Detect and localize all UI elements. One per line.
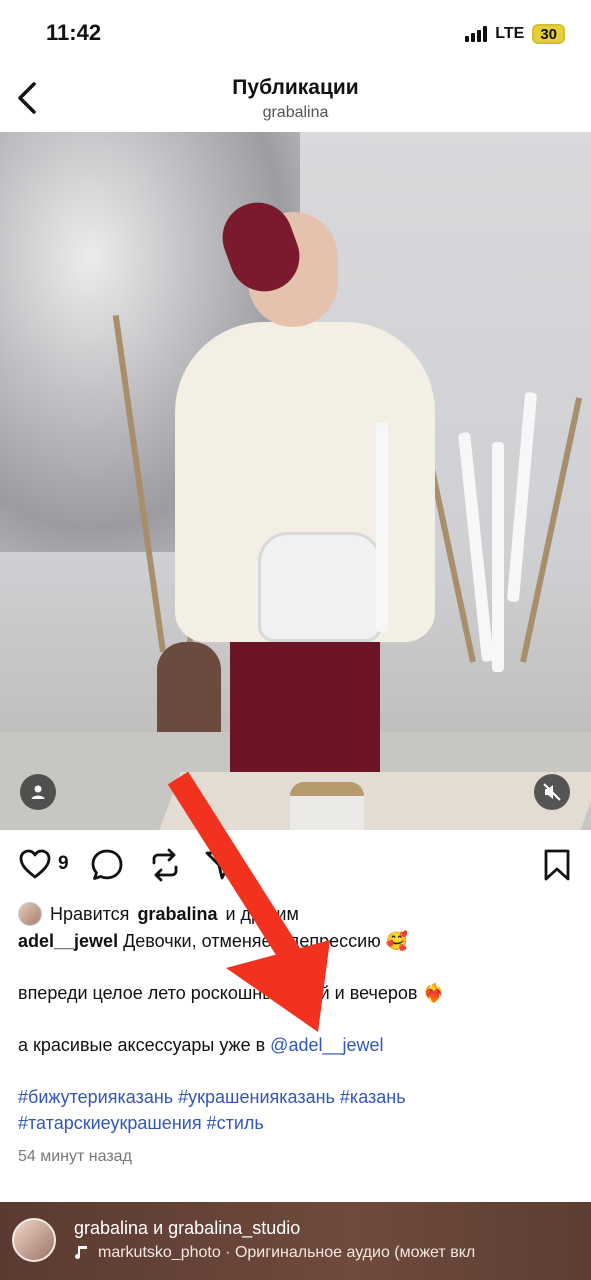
signal-icon	[465, 26, 488, 42]
glass-jar	[290, 782, 364, 830]
page-subtitle: grabalina	[262, 104, 329, 121]
table	[159, 772, 591, 830]
save-button[interactable]	[542, 848, 572, 887]
hashtags-line-2[interactable]: #татарскиеукрашения #стиль	[18, 1110, 578, 1136]
likes-summary[interactable]: Нравится grabalina и другим	[18, 900, 578, 928]
battery-icon: 30	[532, 24, 565, 44]
mute-button[interactable]	[534, 774, 570, 810]
mention-link[interactable]: @adel__jewel	[270, 1035, 383, 1055]
status-time: 11:42	[46, 20, 102, 45]
avatar[interactable]	[12, 1218, 56, 1262]
status-bar: 11:42 LTE 30	[0, 0, 591, 64]
send-icon	[205, 851, 237, 880]
caption-text-2: впереди целое лето роскошных дней и вече…	[18, 983, 445, 1003]
audio-track-name: markutsko_photo · Оригинальное аудио (мо…	[98, 1244, 476, 1261]
caption-line-3: а красивые аксессуары уже в @adel__jewel	[18, 1032, 578, 1058]
caption-line-1: adel__jewel Девочки, отменяем депрессию …	[18, 928, 578, 954]
repost-button[interactable]	[148, 848, 182, 887]
avatar	[18, 902, 42, 926]
audio-conjunction: и	[153, 1218, 164, 1238]
like-count[interactable]: 9	[58, 853, 69, 875]
caption-text-3: а красивые аксессуары уже в	[18, 1035, 266, 1055]
post-media[interactable]	[0, 132, 591, 830]
like-button[interactable]	[18, 848, 52, 885]
heart-icon	[19, 849, 51, 879]
audio-authors[interactable]: grabalina и grabalina_studio	[74, 1218, 300, 1239]
speaker-muted-icon	[543, 783, 561, 801]
status-indicators: LTE 30	[465, 24, 565, 44]
hashtags-line-1[interactable]: #бижутерияказань #украшенияказань #казан…	[18, 1084, 578, 1110]
candle	[376, 422, 388, 632]
music-note-icon	[75, 1246, 87, 1260]
likes-user[interactable]: grabalina	[137, 901, 217, 927]
user-tags-button[interactable]	[20, 774, 56, 810]
bookmark-icon	[544, 849, 570, 881]
audio-user-2[interactable]: grabalina_studio	[168, 1218, 300, 1238]
candle	[492, 442, 504, 672]
audio-user-1[interactable]: grabalina	[74, 1218, 148, 1238]
post-actions: 9	[0, 844, 591, 888]
person-icon	[31, 785, 45, 799]
share-button[interactable]	[204, 848, 238, 887]
page-title: Публикации	[232, 76, 359, 99]
caption-author[interactable]: adel__jewel	[18, 931, 118, 951]
model-handbag	[258, 532, 382, 642]
likes-suffix: и другим	[225, 904, 299, 924]
repost-icon	[152, 848, 178, 882]
caption-text-1: Девочки, отменяем депрессию 🥰	[123, 931, 409, 951]
post-caption: Нравится grabalina и другим adel__jewel …	[18, 900, 578, 1170]
likes-prefix: Нравится	[50, 904, 130, 924]
comment-icon	[91, 849, 123, 880]
post-timestamp: 54 минут назад	[18, 1148, 132, 1165]
candle	[506, 391, 538, 603]
nav-header: Публикации grabalina	[0, 64, 591, 132]
comment-button[interactable]	[90, 848, 124, 887]
network-type: LTE	[495, 25, 525, 42]
audio-track[interactable]: markutsko_photo · Оригинальное аудио (мо…	[74, 1244, 529, 1262]
audio-bar[interactable]: grabalina и grabalina_studio markutsko_p…	[0, 1202, 591, 1280]
